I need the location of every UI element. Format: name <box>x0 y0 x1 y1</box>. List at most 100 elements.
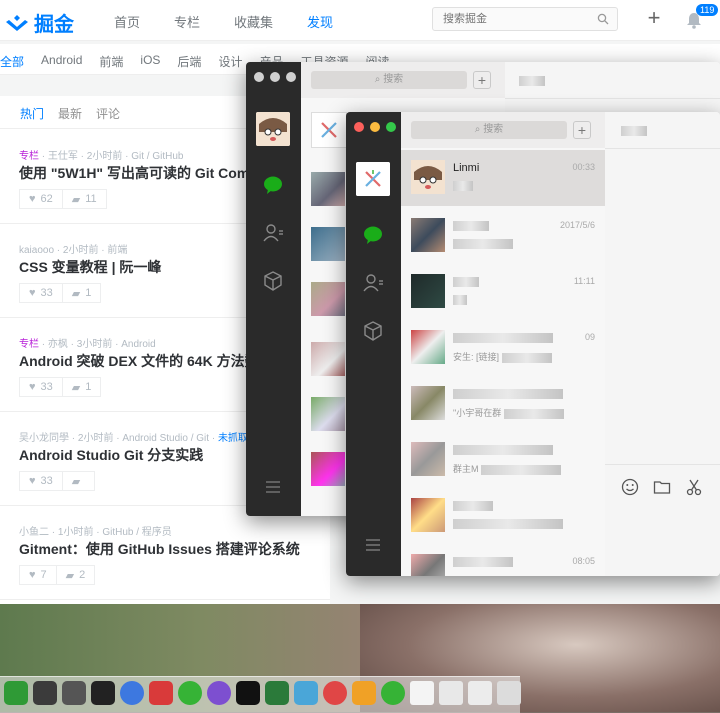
wechat-icon[interactable] <box>178 681 202 705</box>
category-design[interactable]: 设计 <box>218 53 242 70</box>
pen-app-icon[interactable] <box>207 681 231 705</box>
conversation-name <box>453 444 553 456</box>
add-chat-button[interactable]: + <box>473 71 491 89</box>
category-ios[interactable]: iOS <box>140 53 160 70</box>
like-button[interactable]: ♥ 33 <box>19 283 63 303</box>
search-icon[interactable] <box>597 13 609 25</box>
favorites-cube-icon[interactable] <box>362 320 384 342</box>
comment-button[interactable]: ▰ 1 <box>62 377 102 397</box>
logo-text: 掘金 <box>34 14 74 36</box>
comment-button[interactable]: ▰ 11 <box>62 189 107 209</box>
close-icon[interactable] <box>354 122 364 132</box>
nav-collections[interactable]: 收藏集 <box>234 12 273 31</box>
search-box[interactable] <box>432 7 618 31</box>
wechat-window-front: ⌕ 搜索 + Linmi 00:33 2017/5/6 11:11 安生: [链… <box>346 112 720 576</box>
like-button[interactable]: ♥ 7 <box>19 565 57 585</box>
input-divider <box>605 464 720 465</box>
search-field[interactable]: ⌕ 搜索 <box>311 71 467 89</box>
comment-button[interactable]: ▰ 2 <box>56 565 96 585</box>
window-controls <box>254 72 296 82</box>
search-field[interactable]: ⌕ 搜索 <box>411 121 567 139</box>
nav-zhuanlan[interactable]: 专栏 <box>174 12 200 31</box>
avatar[interactable] <box>256 112 290 146</box>
article-title[interactable]: Gitment：使用 GitHub Issues 搭建评论系统 <box>19 539 300 559</box>
like-button[interactable]: ♥ 62 <box>19 189 63 209</box>
article-meta: 吴小龙同學 · 2小时前 · Android Studio / Git · 未抓… <box>19 433 248 444</box>
like-button[interactable]: ♥ 33 <box>19 471 63 491</box>
add-chat-button[interactable]: + <box>573 121 591 139</box>
juejin-logo[interactable]: 掘金 <box>4 8 74 37</box>
preview-icon[interactable] <box>468 681 492 705</box>
category-frontend[interactable]: 前端 <box>99 53 123 70</box>
conversation-item[interactable]: 2017/5/6 <box>401 208 605 264</box>
conversation-preview: 群主M <box>453 462 562 475</box>
article-title[interactable]: CSS 变量教程 | 阮一峰 <box>19 257 161 277</box>
minimize-icon[interactable] <box>370 122 380 132</box>
heart-icon: ♥ <box>29 381 36 393</box>
zoom-icon[interactable] <box>386 122 396 132</box>
conversation-item[interactable]: 安生: [链接] 09 <box>401 320 605 376</box>
menu-icon[interactable] <box>362 534 384 556</box>
comment-button[interactable]: ▰ 1 <box>62 283 102 303</box>
scissors-icon[interactable] <box>685 478 703 496</box>
document-icon[interactable] <box>410 681 434 705</box>
minimize-icon[interactable] <box>270 72 280 82</box>
conversation-name <box>453 332 553 344</box>
avatar <box>411 160 445 194</box>
conversation-item-selected[interactable]: Linmi 00:33 <box>401 150 605 206</box>
write-plus-icon[interactable]: + <box>644 7 664 29</box>
wechat-icon[interactable] <box>381 681 405 705</box>
comment-icon: ▰ <box>65 569 75 582</box>
trash-icon[interactable] <box>497 681 521 705</box>
search-input[interactable] <box>433 8 593 30</box>
menu-icon[interactable] <box>262 476 284 498</box>
like-button[interactable]: ♥ 33 <box>19 377 63 397</box>
avatar <box>411 386 445 420</box>
conversation-item[interactable] <box>401 488 605 544</box>
feed-tab-latest[interactable]: 最新 <box>58 105 82 122</box>
terminal-icon[interactable] <box>236 681 260 705</box>
article-meta: 专栏 · 亦枫 · 3小时前 · Android <box>19 339 156 350</box>
pycharm-icon[interactable] <box>265 681 289 705</box>
qq-icon[interactable] <box>91 681 115 705</box>
conversation-item[interactable]: "小宇哥在群 <box>401 376 605 432</box>
nav-discover[interactable]: 发现 <box>307 12 333 31</box>
chat-header <box>605 112 720 149</box>
evernote-icon[interactable] <box>4 681 28 705</box>
group-avatar[interactable] <box>356 162 390 196</box>
netease-music-icon[interactable] <box>323 681 347 705</box>
contacts-icon[interactable] <box>362 272 384 294</box>
baidu-netdisk-icon[interactable] <box>120 681 144 705</box>
category-android[interactable]: Android <box>41 53 82 70</box>
chat-icon[interactable] <box>262 174 284 196</box>
feed-tab-comments[interactable]: 评论 <box>96 105 120 122</box>
vpn-app-icon[interactable] <box>294 681 318 705</box>
nav-home[interactable]: 首页 <box>114 12 140 31</box>
conversation-time: 08:05 <box>572 556 595 566</box>
conversation-item[interactable]: 11:11 <box>401 264 605 320</box>
article-item[interactable]: 小鱼二 · 1小时前 · GitHub / 程序员 Gitment：使用 Git… <box>0 505 330 600</box>
article-meta: kaiaooo · 2小时前 · 前端 <box>19 245 128 256</box>
folder-icon[interactable] <box>653 478 671 496</box>
article-title[interactable]: Android Studio Git 分支实践 <box>19 445 203 465</box>
document-icon[interactable] <box>439 681 463 705</box>
contacts-icon[interactable] <box>262 222 284 244</box>
conversation-item[interactable]: 08:05 <box>401 544 605 576</box>
article-title[interactable]: 使用 "5W1H" 写出高可读的 Git Commit <box>19 163 270 183</box>
close-icon[interactable] <box>254 72 264 82</box>
sublime-text-icon[interactable] <box>33 681 57 705</box>
favorites-cube-icon[interactable] <box>262 270 284 292</box>
comment-icon: ▰ <box>71 381 81 394</box>
category-backend[interactable]: 后端 <box>177 53 201 70</box>
feed-tab-hot[interactable]: 热门 <box>20 105 44 122</box>
conversation-list: ⌕ 搜索 + Linmi 00:33 2017/5/6 11:11 安生: [链… <box>401 112 605 576</box>
chat-icon[interactable] <box>362 224 384 246</box>
category-all[interactable]: 全部 <box>0 53 24 70</box>
comment-button[interactable]: ▰ <box>62 471 96 491</box>
conversation-item[interactable]: 群主M <box>401 432 605 488</box>
sketch-icon[interactable] <box>352 681 376 705</box>
netease-icon[interactable] <box>149 681 173 705</box>
zoom-icon[interactable] <box>286 72 296 82</box>
calculator-icon[interactable] <box>62 681 86 705</box>
emoji-icon[interactable] <box>621 478 639 496</box>
